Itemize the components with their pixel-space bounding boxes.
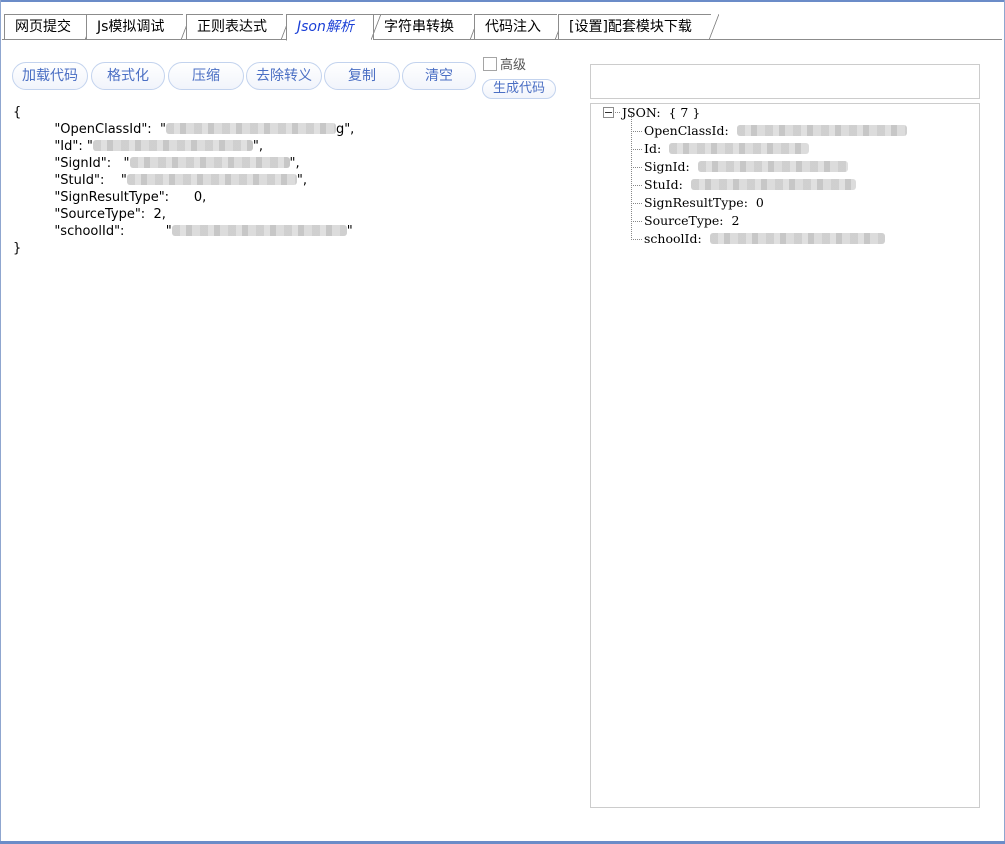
json-open-brace: { [13, 105, 22, 120]
tree-node[interactable]: StuId: [628, 176, 907, 194]
json-value-tail: ", [289, 156, 300, 171]
redacted-value [709, 233, 885, 244]
generate-code-button[interactable]: 生成代码 [482, 79, 556, 99]
tree-node-value: 2 [731, 213, 740, 228]
tab-label: Json解析 [297, 19, 354, 35]
json-value-tail: ", [296, 173, 307, 188]
collapse-icon[interactable] [603, 107, 614, 118]
json-line: "SignResultType": 0, [13, 189, 573, 206]
tab-label: 网页提交 [15, 19, 71, 35]
redacted-value [129, 157, 290, 168]
json-value: " [120, 173, 127, 188]
json-line: "schoolId": " " [13, 223, 573, 240]
tab-label: 字符串转换 [384, 19, 454, 35]
json-line: "StuId": " ", [13, 172, 573, 189]
json-line: "Id": " ", [13, 138, 573, 155]
json-value-tail: " [346, 224, 353, 239]
tab-label: [设置]配套模块下载 [569, 19, 692, 35]
json-key: "SignId": [54, 156, 112, 171]
tree-root[interactable]: JSON: { 7 } [603, 104, 907, 122]
tree-node-key: SourceType: [644, 213, 724, 228]
tab-separator [371, 14, 381, 40]
tree-node[interactable]: OpenClassId: [628, 122, 907, 140]
tab-label: 正则表达式 [197, 19, 267, 35]
window-left-border [0, 0, 1, 844]
copy-button[interactable]: 复制 [324, 62, 400, 90]
redacted-value [736, 125, 907, 136]
json-tree: JSON: { 7 } OpenClassId: Id: SignId: Stu… [603, 104, 907, 248]
json-key: "SourceType": [54, 207, 146, 222]
tree-node-key: schoolId: [644, 231, 702, 246]
json-line: "SourceType": 2, [13, 206, 573, 223]
json-value: " [165, 224, 172, 239]
redacted-value [165, 123, 336, 134]
redacted-value [171, 225, 347, 236]
tree-root-label: JSON: [622, 105, 661, 120]
tree-node-key: Id: [644, 141, 662, 156]
redacted-value [669, 143, 810, 154]
tree-node-key: SignResultType: [644, 195, 748, 210]
tree-node[interactable]: schoolId: [628, 230, 907, 248]
window-top-border [0, 0, 1005, 2]
tab-label: 代码注入 [485, 19, 541, 35]
format-button[interactable]: 格式化 [91, 62, 165, 90]
json-key: "schoolId": [54, 224, 125, 239]
tab-baseline [2, 39, 1002, 40]
json-close-brace: } [13, 241, 22, 256]
unescape-button[interactable]: 去除转义 [246, 62, 322, 90]
load-code-button[interactable]: 加载代码 [12, 62, 88, 90]
redacted-value [126, 174, 297, 185]
json-key: "SignResultType": [54, 190, 170, 205]
tree-node[interactable]: SignResultType: 0 [628, 194, 907, 212]
json-key: "OpenClassId": [54, 122, 152, 137]
tab-string-convert[interactable]: 字符串转换 [373, 14, 480, 40]
json-line: "OpenClassId": " g", [13, 121, 573, 138]
json-key: "StuId": [54, 173, 105, 188]
redacted-value [697, 161, 848, 172]
tab-separator [709, 14, 719, 40]
json-value: " [86, 139, 93, 154]
tab-json-parse[interactable]: Json解析 [286, 14, 381, 41]
tree-node-key: SignId: [644, 159, 690, 174]
tree-connector [615, 112, 620, 113]
tab-bar: 网页提交 Js模拟调试 正则表达式 Json解析 字符串转换 代码注入 [设置]… [4, 14, 1000, 41]
json-value: 0, [193, 190, 207, 205]
json-line: "SignId": " ", [13, 155, 573, 172]
tree-node-key: OpenClassId: [644, 123, 729, 138]
tab-regex[interactable]: 正则表达式 [186, 14, 291, 40]
tree-node-key: StuId: [644, 177, 683, 192]
tab-label: Js模拟调试 [97, 19, 165, 35]
json-source-editor[interactable]: { "OpenClassId": " g", "Id": " ", "SignId"… [13, 104, 573, 804]
json-key: "Id": [54, 139, 83, 154]
tab-settings-download[interactable]: [设置]配套模块下载 [558, 14, 719, 40]
search-input[interactable] [590, 64, 980, 99]
clear-button[interactable]: 清空 [402, 62, 476, 90]
tree-node[interactable]: SourceType: 2 [628, 212, 907, 230]
advanced-label: 高级 [500, 58, 527, 73]
tree-root-count: { 7 } [668, 105, 701, 120]
json-value-tail: g", [335, 122, 355, 137]
tree-node[interactable]: Id: [628, 140, 907, 158]
redacted-value [690, 179, 856, 190]
advanced-checkbox[interactable] [483, 57, 497, 71]
tree-node[interactable]: SignId: [628, 158, 907, 176]
tab-js-debug[interactable]: Js模拟调试 [86, 14, 191, 40]
json-value-tail: ", [252, 139, 264, 154]
redacted-value [92, 140, 253, 151]
tree-node-value: 0 [755, 195, 764, 210]
json-value: " [123, 156, 130, 171]
tree-children: OpenClassId: Id: SignId: StuId: SignResu… [628, 114, 907, 248]
compress-button[interactable]: 压缩 [168, 62, 244, 90]
advanced-option[interactable]: 高级 [483, 54, 527, 73]
tab-web-submit[interactable]: 网页提交 [4, 14, 95, 40]
tab-code-inject[interactable]: 代码注入 [474, 14, 565, 40]
json-value: 2, [153, 207, 166, 222]
